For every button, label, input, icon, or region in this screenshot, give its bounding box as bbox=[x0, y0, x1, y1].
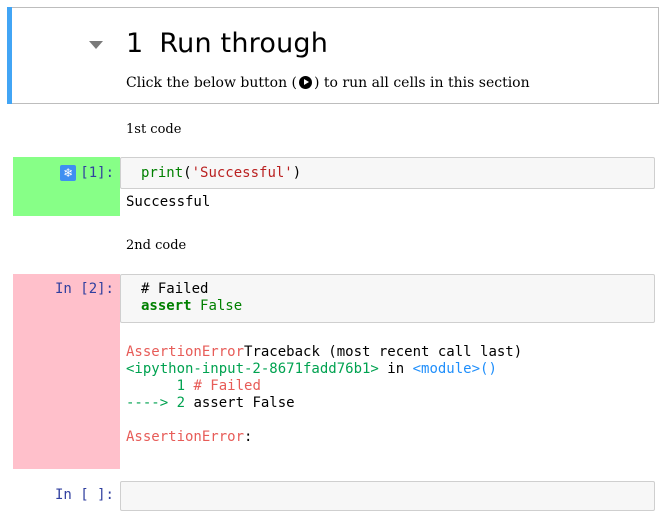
traceback-code: assert False bbox=[193, 395, 295, 411]
markdown-cell-1: 1st code bbox=[126, 122, 182, 137]
code-open-paren: ( bbox=[183, 165, 192, 181]
section-heading: 1 Run through bbox=[126, 28, 328, 59]
section-number: 1 bbox=[126, 28, 144, 59]
traceback-line-4: ----> 2 assert False bbox=[126, 395, 295, 411]
freeze-snowflake-icon[interactable]: ❄ bbox=[60, 165, 77, 181]
code-close-paren: ) bbox=[292, 165, 302, 181]
code-1-source: print('Successful') bbox=[141, 165, 301, 181]
traceback-in: in bbox=[378, 361, 413, 377]
traceback-final: AssertionError: bbox=[126, 429, 252, 445]
code-string: 'Successful' bbox=[191, 165, 293, 181]
code-input-3[interactable] bbox=[120, 481, 655, 511]
traceback-error-name: AssertionError bbox=[126, 344, 245, 360]
section-title: Run through bbox=[159, 28, 329, 59]
desc-after: ) to run all cells in this section bbox=[314, 75, 530, 91]
traceback-line-2: <ipython-input-2-8671fadd76b1> in <modul… bbox=[126, 361, 497, 377]
traceback-header: Traceback (most recent call last) bbox=[244, 344, 523, 360]
assert-keyword: assert bbox=[141, 298, 192, 314]
run-all-button-icon[interactable] bbox=[299, 76, 312, 89]
false-value: False bbox=[200, 298, 243, 314]
code-fn: print bbox=[141, 165, 184, 181]
code-1-output: Successful bbox=[126, 194, 211, 210]
code-2-comment: # Failed bbox=[141, 281, 209, 297]
traceback-line-1: AssertionErrorTraceback (most recent cal… bbox=[126, 344, 522, 360]
cell-1-prompt-label: [1]: bbox=[80, 165, 114, 181]
cell-3-prompt: In [ ]: bbox=[54, 487, 114, 503]
traceback-comment: # Failed bbox=[193, 378, 261, 394]
selected-cell-indicator bbox=[7, 7, 12, 104]
markdown-cell-2: 2nd code bbox=[126, 238, 187, 253]
traceback-line-3: 1 # Failed bbox=[126, 378, 261, 394]
traceback-module: <module> bbox=[412, 361, 481, 377]
final-error-colon: : bbox=[244, 429, 253, 445]
code-2-assert-line: assert False bbox=[141, 298, 242, 314]
section-description: Click the below button ( ) to run all cel… bbox=[126, 74, 530, 91]
traceback-parens: () bbox=[480, 361, 497, 377]
traceback-input-ref: <ipython-input-2-8671fadd76b1> bbox=[126, 361, 379, 377]
traceback-arrow: ----> 2 bbox=[126, 395, 194, 411]
collapse-triangle-icon[interactable] bbox=[89, 41, 103, 49]
traceback-line-num-1: 1 bbox=[126, 378, 194, 394]
cell-2-prompt: In [2]: bbox=[54, 281, 114, 297]
cell-1-prompt: ❄ [1]: bbox=[13, 165, 114, 181]
final-error-name: AssertionError bbox=[126, 429, 245, 445]
desc-before: Click the below button ( bbox=[126, 75, 297, 91]
prompt-area-error bbox=[13, 274, 120, 469]
